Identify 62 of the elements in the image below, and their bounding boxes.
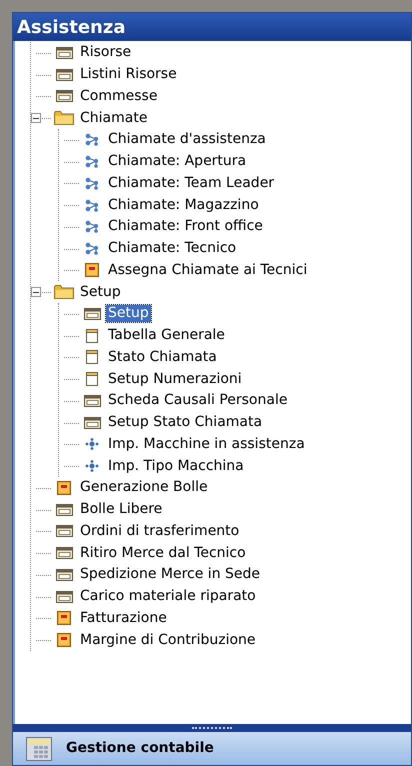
form-icon — [84, 308, 100, 320]
network-icon — [85, 133, 99, 146]
form-icon — [84, 394, 100, 407]
document-icon — [86, 350, 98, 364]
tree-item[interactable]: Carico materiale riparato — [78, 588, 258, 606]
tree-item[interactable]: Ritiro Merce dal Tecnico — [78, 544, 248, 562]
folder-icon — [54, 111, 74, 126]
form-icon — [84, 416, 100, 429]
document-icon — [86, 328, 98, 343]
tree-item[interactable]: Margine di Contribuzione — [78, 632, 258, 649]
tree-item[interactable]: Stato Chiamata — [106, 348, 219, 366]
dots-icon — [85, 460, 99, 472]
tree-item[interactable]: Spedizione Merce in Sede — [78, 566, 262, 584]
network-icon — [85, 176, 99, 190]
tree-item[interactable]: Fatturazione — [78, 610, 169, 627]
folder-icon — [54, 285, 74, 300]
report-icon — [57, 611, 71, 626]
dots-icon — [85, 438, 99, 450]
collapse-toggle[interactable] — [31, 287, 41, 298]
tree-item[interactable]: Chiamate: Tecnico — [106, 240, 238, 258]
report-icon — [57, 480, 71, 495]
network-icon — [85, 198, 99, 212]
tree-item[interactable]: Chiamate: Apertura — [106, 153, 248, 170]
tree-item[interactable]: Chiamate: Front office — [106, 218, 265, 236]
tree-item[interactable]: Listini Risorse — [78, 66, 179, 84]
calculator-icon — [26, 736, 52, 760]
tree-item[interactable]: Setup — [78, 284, 123, 301]
tree-item[interactable]: Setup Numerazioni — [106, 370, 244, 388]
collapse-toggle[interactable] — [31, 113, 41, 124]
form-icon — [56, 46, 72, 59]
form-icon — [56, 547, 72, 560]
tree-item[interactable]: Scheda Causali Personale — [106, 392, 290, 410]
form-icon — [56, 504, 72, 516]
report-icon — [57, 633, 71, 648]
tree-item[interactable]: Imp. Macchine in assistenza — [106, 436, 307, 453]
tree-item[interactable]: Setup Stato Chiamata — [106, 414, 264, 432]
form-icon — [56, 90, 72, 102]
nav-pane-button[interactable]: Gestione contabile — [13, 732, 411, 765]
form-icon — [56, 68, 72, 81]
tree-item[interactable]: Tabella Generale — [106, 327, 227, 344]
tree-item[interactable]: Chiamate: Magazzino — [106, 196, 261, 214]
network-icon — [85, 242, 99, 256]
tree-item[interactable]: Generazione Bolle — [78, 479, 210, 496]
form-icon — [56, 590, 72, 603]
tree-item[interactable]: Chiamate d'assistenza — [106, 131, 268, 148]
report-icon — [85, 263, 99, 278]
tree-item[interactable]: Assegna Chiamate ai Tecnici — [106, 262, 310, 279]
tree-item[interactable]: Chiamate: Team Leader — [106, 174, 276, 192]
tree-item[interactable]: Imp. Tipo Macchina — [106, 458, 246, 475]
tree-item[interactable]: Risorse — [78, 44, 134, 62]
network-icon — [85, 220, 99, 234]
form-icon — [56, 568, 72, 581]
splitter-handle[interactable] — [13, 724, 411, 732]
network-icon — [85, 155, 99, 168]
tree-item[interactable]: Setup — [106, 305, 151, 322]
panel-title: Assistenza — [17, 16, 126, 40]
tree-item[interactable]: Bolle Libere — [78, 501, 164, 518]
form-icon — [56, 525, 72, 538]
tree-item[interactable]: Ordini di trasferimento — [78, 522, 242, 540]
tree-item[interactable]: Chiamate — [78, 110, 150, 127]
document-icon — [86, 372, 98, 386]
tree-item[interactable]: Commesse — [78, 88, 160, 105]
